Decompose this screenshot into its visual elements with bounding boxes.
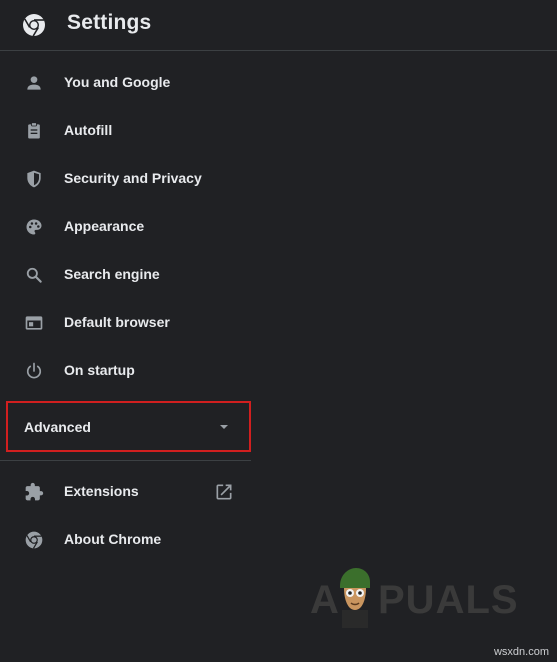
power-icon: [26, 362, 42, 379]
sidebar-item-you-and-google[interactable]: You and Google: [0, 59, 252, 107]
sidebar-item-label: On startup: [64, 362, 135, 378]
sidebar-item-about-chrome[interactable]: About Chrome: [0, 516, 252, 564]
page-title: Settings: [67, 11, 152, 34]
sidebar-item-autofill[interactable]: Autofill: [0, 107, 252, 155]
chrome-logo-icon: [25, 531, 43, 549]
palette-icon: [26, 219, 42, 235]
sidebar-item-label: Security and Privacy: [64, 170, 202, 186]
advanced-section-toggle[interactable]: Advanced: [6, 401, 251, 452]
sidebar-item-extensions[interactable]: Extensions: [0, 468, 252, 516]
settings-header: Settings: [0, 0, 557, 51]
appuals-watermark: A PUALS: [308, 566, 518, 632]
open-in-new-icon[interactable]: [214, 482, 234, 502]
puzzle-icon: [25, 482, 44, 501]
sidebar-item-label: You and Google: [64, 74, 171, 90]
mascot-icon: [340, 568, 370, 628]
settings-sidebar: You and Google Autofill Security and Pri…: [0, 52, 252, 662]
watermark-text-right: PUALS: [378, 578, 519, 622]
clipboard-icon: [28, 122, 40, 139]
caret-down-icon: [220, 425, 228, 429]
chrome-logo-icon: [23, 14, 45, 37]
search-icon: [26, 267, 42, 283]
sidebar-item-default-browser[interactable]: Default browser: [0, 299, 252, 347]
sidebar-item-label: Extensions: [64, 483, 139, 499]
sidebar-item-security-and-privacy[interactable]: Security and Privacy: [0, 155, 252, 203]
person-icon: [27, 76, 41, 90]
browser-window-icon: [25, 316, 43, 330]
sidebar-item-label: Search engine: [64, 266, 160, 282]
sidebar-item-on-startup[interactable]: On startup: [0, 347, 252, 395]
shield-icon: [27, 170, 41, 188]
sidebar-item-label: About Chrome: [64, 531, 162, 547]
site-watermark: wsxdn.com: [493, 646, 549, 658]
sidebar-item-search-engine[interactable]: Search engine: [0, 251, 252, 299]
sidebar-item-appearance[interactable]: Appearance: [0, 203, 252, 251]
sidebar-item-label: Autofill: [64, 122, 113, 138]
advanced-label: Advanced: [24, 419, 91, 435]
sidebar-item-label: Appearance: [64, 218, 145, 234]
sidebar-item-label: Default browser: [64, 314, 170, 330]
sidebar-divider: [0, 460, 251, 461]
